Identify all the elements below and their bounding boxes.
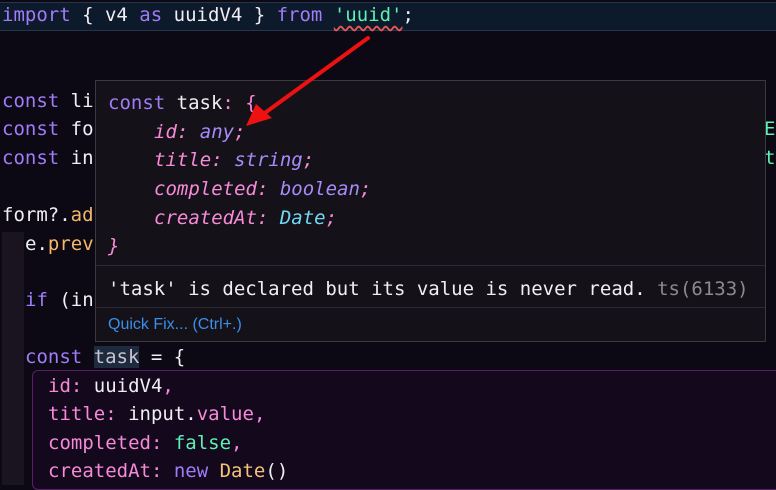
quick-fix-link[interactable]: Quick Fix... (Ctrl+.) [108,311,242,339]
keyword: const [25,346,83,368]
hovered-identifier[interactable]: task [93,346,140,368]
keyword: as [127,4,174,26]
punct: : [70,375,94,397]
keyword: new [173,460,220,482]
field-name: title [154,149,212,172]
code-line[interactable]: createdAt: new Date() [48,457,288,485]
field-type: string [234,149,303,172]
field-type: boolean [279,178,360,201]
identifier: input. [128,403,197,425]
method: ad [70,204,94,226]
keyword: const [2,90,60,112]
property-key: title [48,403,106,425]
identifier: fo [59,118,94,140]
code-line[interactable]: e.prev [25,230,94,258]
punct: : [150,460,174,482]
identifier: uuidV4 [93,375,163,397]
identifier: v4 [104,4,128,26]
divider [96,307,765,308]
diagnostic-message: 'task' is declared but its value is neve… [108,275,749,303]
property-key: createdAt [48,460,151,482]
punct: () [265,460,289,482]
punct: : [105,403,129,425]
identifier: in [59,147,94,169]
field-type: Date [279,206,326,229]
identifier: task [165,92,223,114]
code-line[interactable]: const li [2,87,94,115]
code-line-import[interactable]: import { v4 as uuidV4 } from 'uuid'; [2,1,414,29]
property-key: completed [48,432,151,454]
punct: , [253,403,266,425]
method: prev [47,233,94,255]
field-name: createdAt [154,206,257,229]
punct: : [150,432,174,454]
code-line[interactable]: title: input.value, [48,400,265,428]
punct: : { [222,92,257,114]
punct: } [108,235,120,258]
property: value [196,403,254,425]
code-line[interactable]: form?.ad [2,201,94,229]
identifier: e. [25,233,48,255]
identifier: uuidV4 [173,4,243,26]
punct: , [162,375,174,397]
punct: ; [402,4,414,26]
boolean-literal: false [173,432,232,454]
keyword: const [2,147,60,169]
error-code: ts(6133) [657,278,749,300]
code-line[interactable]: const task = { [25,343,185,371]
field-name: completed [154,178,257,201]
field-type: any [199,120,235,143]
punct: = { [139,346,186,368]
keyword: const [2,118,60,140]
code-line[interactable]: id: uuidV4, [48,372,174,400]
punct: , [231,432,243,454]
indent-guide [2,232,24,485]
identifier: li [59,90,94,112]
keyword: const [108,92,166,114]
class-name: Date [219,460,266,482]
identifier: form?. [2,204,71,226]
keyword: import [2,4,71,26]
punct: } [242,4,277,26]
keyword: from [276,4,323,26]
property-key: id [48,375,71,397]
divider [96,265,765,266]
module-string-error[interactable]: 'uuid' [334,4,403,26]
punct: { [70,4,105,26]
code-line[interactable]: if (in [25,286,94,314]
message-text: 'task' is declared but its value is neve… [108,278,646,300]
keyword: if [25,289,48,311]
identifier: (in [47,289,94,311]
type-signature: const task: { id: any; title: string; co… [108,92,372,258]
field-name: id [154,120,177,143]
code-line[interactable]: completed: false, [48,429,243,457]
hover-tooltip: const task: { id: any; title: string; co… [95,80,766,342]
